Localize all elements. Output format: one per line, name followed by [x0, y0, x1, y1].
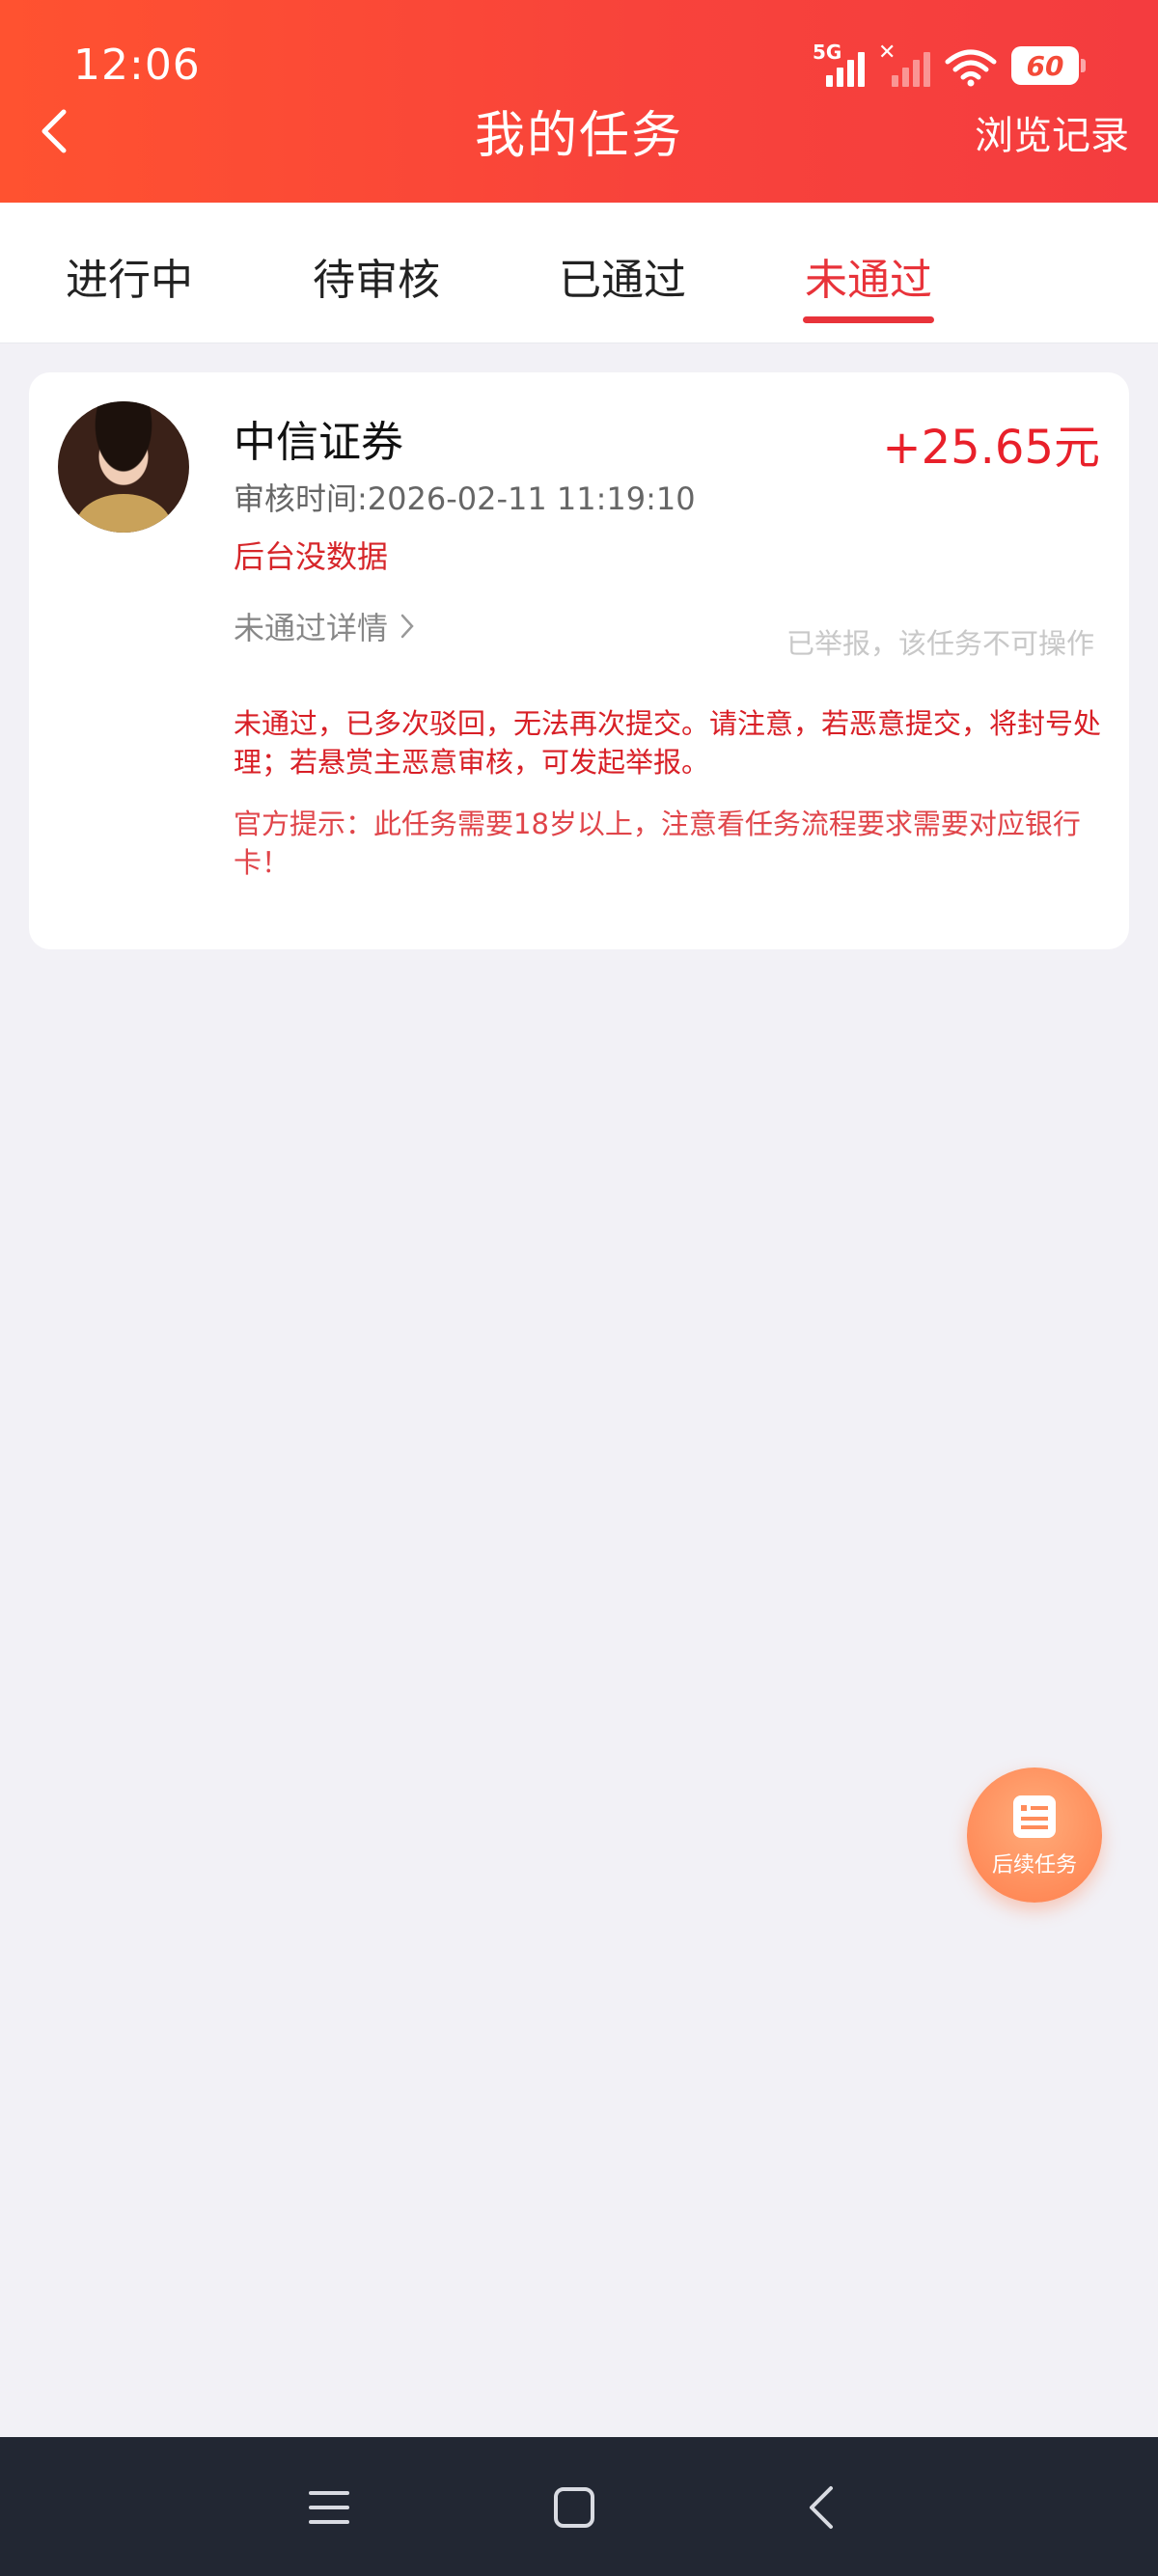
task-list-icon: [1013, 1795, 1056, 1838]
home-square-icon: [554, 2487, 594, 2528]
chevron-right-icon: [400, 614, 414, 639]
status-time: 12:06: [73, 41, 201, 90]
reward-amount: +25.65元: [882, 421, 1100, 475]
tab-in-progress[interactable]: 进行中: [23, 245, 235, 307]
follow-up-tasks-label: 后续任务: [991, 1853, 1077, 1877]
wifi-icon: [945, 49, 997, 87]
follow-up-tasks-button[interactable]: 后续任务: [967, 1768, 1102, 1903]
system-back-button[interactable]: [787, 2474, 855, 2541]
official-tip: 官方提示：此任务需要18岁以上，注意看任务流程要求需要对应银行卡！: [234, 808, 1081, 879]
recent-apps-button[interactable]: [295, 2474, 363, 2541]
signal-no-service-icon: ✕: [878, 41, 930, 89]
review-time: 审核时间:2026-02-11 11:19:10: [234, 480, 696, 517]
task-card[interactable]: 中信证券 +25.65元 审核时间:2026-02-11 11:19:10 后台…: [29, 372, 1129, 949]
rejection-detail-label: 未通过详情: [234, 610, 389, 646]
tab-rejected[interactable]: 未通过: [762, 245, 975, 307]
battery-icon: 60: [1011, 46, 1086, 85]
task-name: 中信证券: [234, 418, 403, 467]
reported-note: 已举报，该任务不可操作: [786, 627, 1094, 660]
signal-5g-icon: 5G: [813, 41, 865, 89]
menu-icon: [309, 2491, 349, 2524]
browse-history-link[interactable]: 浏览记录: [975, 104, 1129, 160]
avatar: [58, 401, 189, 533]
home-button[interactable]: [540, 2474, 608, 2541]
task-status-tabs: 进行中 待审核 已通过 未通过: [0, 203, 1158, 343]
back-arrow-icon: [810, 2486, 833, 2529]
tab-approved[interactable]: 已通过: [516, 245, 729, 307]
active-tab-indicator: [803, 316, 934, 323]
system-navigation-bar: [0, 2437, 1158, 2576]
rejection-warning: 未通过，已多次驳回，无法再次提交。请注意，若恶意提交，将封号处理；若悬赏主恶意审…: [234, 707, 1102, 779]
tab-pending-review[interactable]: 待审核: [270, 245, 482, 307]
status-icons: 5G ✕ 60: [813, 41, 1086, 89]
app-header: 12:06 5G ✕ 60 我的任务 浏览记录: [0, 0, 1158, 203]
rejection-reason: 后台没数据: [234, 538, 389, 575]
rejection-detail-link[interactable]: 未通过详情: [234, 604, 417, 648]
